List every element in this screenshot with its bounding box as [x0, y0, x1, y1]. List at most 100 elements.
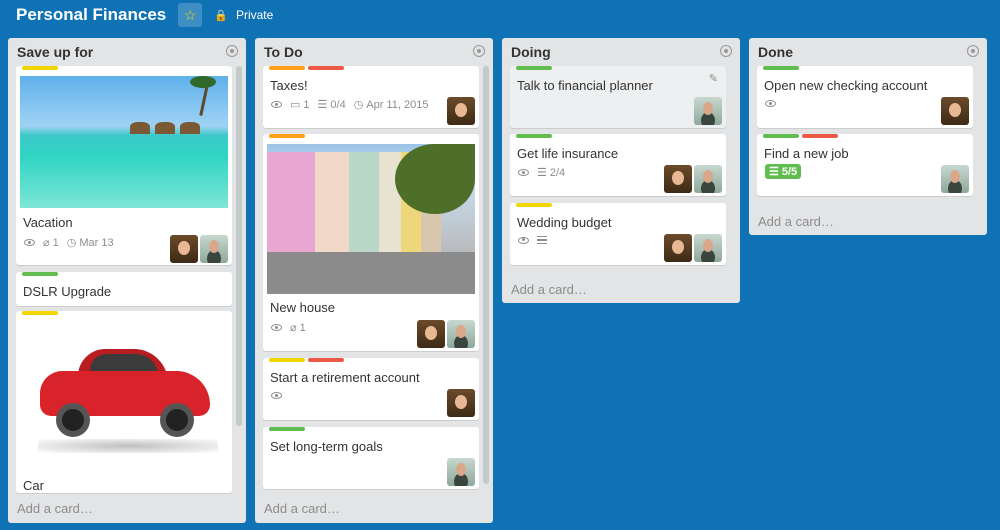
label-red [802, 134, 838, 138]
label-yellow [22, 311, 58, 315]
checklist-icon: ☰ [537, 167, 547, 179]
label-yellow [22, 66, 58, 70]
list-menu-icon[interactable] [967, 45, 979, 57]
card-title: Vacation [23, 215, 73, 230]
label-green [763, 66, 799, 70]
avatar[interactable] [417, 320, 445, 348]
card-title: DSLR Upgrade [23, 284, 112, 299]
card-talk-to-financial-planner[interactable]: ✎ Talk to financial planner [510, 66, 726, 128]
label-red [308, 66, 344, 70]
attachment-count: 1 [52, 236, 59, 249]
eye-icon [518, 169, 529, 176]
paperclip-icon: ⌀ [290, 322, 297, 334]
card-get-life-insurance[interactable]: Get life insurance ☰ 2/4 [510, 134, 726, 196]
star-icon[interactable]: ☆ [178, 3, 203, 27]
avatar[interactable] [694, 97, 722, 125]
privacy-button[interactable]: 🔒 Private [214, 8, 273, 22]
clock-icon: ◷ [66, 237, 77, 249]
label-orange [269, 66, 305, 70]
pencil-icon[interactable]: ✎ [709, 72, 718, 85]
card-title: Start a retirement account [270, 370, 420, 385]
checklist-icon: ☰ [317, 99, 328, 111]
avatar[interactable] [941, 97, 969, 125]
card-set-long-term-goals[interactable]: Set long-term goals [263, 427, 479, 489]
card-start-retirement-account[interactable]: Start a retirement account [263, 358, 479, 420]
avatar[interactable] [447, 97, 475, 125]
list-header: To Do [255, 38, 493, 66]
list-scrollbar[interactable] [236, 66, 242, 426]
card-title: Talk to financial planner [517, 78, 653, 93]
label-green [763, 134, 799, 138]
list-menu-icon[interactable] [226, 45, 238, 57]
avatar[interactable] [170, 235, 198, 263]
eye-icon [271, 101, 282, 108]
avatar[interactable] [200, 235, 228, 263]
card-title: New house [270, 300, 336, 315]
label-green [516, 134, 552, 138]
card-cover-image [20, 321, 228, 481]
eye-icon [271, 392, 282, 399]
board-title[interactable]: Personal Finances [16, 5, 166, 25]
card-title: Set long-term goals [270, 439, 383, 454]
card-title: Find a new job [764, 146, 849, 161]
checklist-count: 5/5 [781, 165, 798, 178]
board-header: Personal Finances ☆ 🔒 Private [0, 0, 1000, 30]
label-green [22, 272, 58, 276]
checklist-icon: ☰ [769, 166, 779, 178]
label-yellow [516, 203, 552, 207]
due-date: Mar 13 [79, 236, 114, 249]
eye-icon [518, 236, 529, 244]
card-vacation[interactable]: Vacation ⌀ 1 ◷ Mar 13 [16, 66, 232, 265]
list-menu-icon[interactable] [473, 45, 485, 57]
card-title: Car [23, 478, 44, 493]
list-title[interactable]: To Do [264, 44, 303, 60]
list-menu-icon[interactable] [720, 45, 732, 57]
card-open-new-checking-account[interactable]: Open new checking account [757, 66, 973, 128]
card-car[interactable]: Car [16, 311, 232, 493]
list-title[interactable]: Doing [511, 44, 551, 60]
card-cover-image [267, 144, 475, 294]
eye-icon [24, 239, 35, 246]
label-green [269, 427, 305, 431]
label-red [308, 358, 344, 362]
add-card-button[interactable]: Add a card… [758, 214, 834, 229]
card-taxes[interactable]: Taxes! ▭ 1 ☰ 0/4 ◷ Apr 11, 2015 [263, 66, 479, 128]
card-find-a-new-job[interactable]: Find a new job ☰ 5/5 [757, 134, 973, 196]
list-header: Done [749, 38, 987, 66]
eye-icon [765, 100, 776, 107]
add-card-button[interactable]: Add a card… [511, 282, 587, 297]
card-new-house[interactable]: New house ⌀ 1 [263, 134, 479, 351]
avatar[interactable] [447, 320, 475, 348]
list-header: Save up for [8, 38, 246, 66]
list-done: Done Open new checking account Find a ne… [749, 38, 987, 235]
attachment-count: 1 [299, 321, 306, 334]
label-orange [269, 134, 305, 138]
lock-icon: 🔒 [214, 9, 228, 22]
card-title: Wedding budget [517, 215, 612, 230]
list-to-do: To Do Taxes! ▭ 1 ☰ 0/4 ◷ Apr 11, 2015 Ne… [255, 38, 493, 523]
list-doing: Doing ✎ Talk to financial planner Get li… [502, 38, 740, 303]
checklist-complete-badge: ☰ 5/5 [765, 164, 802, 179]
checklist-count: 2/4 [549, 166, 566, 179]
avatar[interactable] [694, 165, 722, 193]
add-card-button[interactable]: Add a card… [17, 501, 93, 516]
card-dslr-upgrade[interactable]: DSLR Upgrade [16, 272, 232, 306]
avatar[interactable] [664, 165, 692, 193]
avatar[interactable] [447, 458, 475, 486]
list-scrollbar[interactable] [483, 66, 489, 484]
list-header: Doing [502, 38, 740, 66]
avatar[interactable] [447, 389, 475, 417]
description-icon [537, 236, 547, 244]
label-yellow [269, 358, 305, 362]
paperclip-icon: ⌀ [43, 237, 50, 249]
avatar[interactable] [664, 234, 692, 262]
list-title[interactable]: Done [758, 44, 793, 60]
avatar[interactable] [694, 234, 722, 262]
speech-bubble-icon: ▭ [290, 99, 301, 111]
avatar[interactable] [941, 165, 969, 193]
card-wedding-budget[interactable]: Wedding budget [510, 203, 726, 265]
list-title[interactable]: Save up for [17, 44, 93, 60]
add-card-button[interactable]: Add a card… [264, 501, 340, 516]
clock-icon: ◷ [353, 99, 364, 111]
checklist-count: 0/4 [330, 98, 346, 111]
